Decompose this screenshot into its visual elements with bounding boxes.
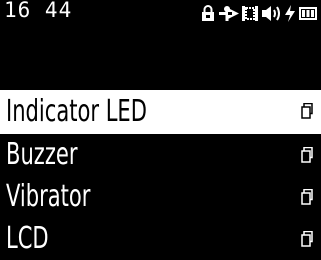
status-bar: 16 44 bbox=[0, 0, 321, 26]
sim-icon bbox=[242, 5, 258, 22]
device-screen: 16 44 Indicator LED Buzzer Vibrator LCD bbox=[0, 0, 321, 256]
menu-item-label: LCD bbox=[6, 221, 49, 256]
menu-item-label: Vibrator bbox=[6, 179, 91, 214]
status-icons bbox=[200, 4, 317, 22]
document-icon bbox=[301, 147, 313, 163]
menu-item-buzzer[interactable]: Buzzer bbox=[0, 134, 321, 176]
menu-item-indicator-led[interactable]: Indicator LED bbox=[0, 90, 321, 134]
menu-item-label: Indicator LED bbox=[6, 94, 147, 129]
settings-menu: Indicator LED Buzzer Vibrator LCD bbox=[0, 90, 321, 260]
menu-item-label: Buzzer bbox=[6, 137, 78, 172]
clock: 16 44 bbox=[4, 0, 73, 22]
document-icon bbox=[301, 103, 313, 119]
menu-item-lcd[interactable]: LCD bbox=[0, 218, 321, 260]
lock-icon bbox=[200, 4, 216, 22]
document-icon bbox=[301, 231, 313, 247]
usb-icon bbox=[219, 5, 239, 22]
volume-icon bbox=[261, 5, 281, 22]
battery-icon bbox=[299, 5, 317, 22]
document-icon bbox=[301, 189, 313, 205]
flash-icon bbox=[284, 4, 296, 22]
menu-item-vibrator[interactable]: Vibrator bbox=[0, 176, 321, 218]
